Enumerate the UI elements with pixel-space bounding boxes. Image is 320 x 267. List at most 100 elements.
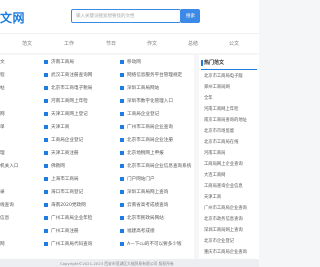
list-item[interactable]: 工商局企业登记 [44, 137, 83, 144]
search-button[interactable]: 搜索 [181, 9, 200, 23]
list-item[interactable]: 帖 [0, 85, 5, 92]
list-bullet-icon [44, 164, 48, 168]
list-item[interactable]: 程 [0, 72, 5, 79]
list-bullet-icon [44, 73, 48, 77]
list-item[interactable]: 移动网 [120, 59, 141, 66]
sidebar-divider [201, 69, 257, 70]
nav-item-gongzuo[interactable]: 工作 [64, 40, 74, 47]
sidebar-item[interactable]: 深圳工商局网上查询 [204, 227, 243, 233]
sidebar-item[interactable]: 全年 [204, 95, 213, 101]
list-item[interactable]: 深圳工商局网上查询 [120, 189, 168, 196]
list-item[interactable]: 福建高考成绩 [120, 228, 155, 235]
list-item[interactable]: 工商局企业登记 [120, 111, 159, 118]
sidebar-item[interactable]: 北京市市场监督 [204, 128, 234, 134]
sidebar-item[interactable]: 河南工商局 [204, 150, 225, 156]
list-bullet-icon [44, 203, 48, 207]
hot-articles-sidebar: 热门范文 北京市工商局电子版 郑州工商局网 全年 河南工商网上年检 南京工商局查… [199, 55, 259, 259]
list-bullet-icon [120, 216, 124, 220]
list-item[interactable]: 北京市民政局网站 [120, 215, 164, 222]
search-box[interactable] [71, 9, 181, 23]
list-item[interactable]: 录 [0, 189, 5, 196]
list-item[interactable]: 网 [0, 241, 5, 248]
nav-item-jieri[interactable]: 节日 [106, 40, 116, 47]
list-item[interactable]: 北京地税网上申报 [120, 150, 164, 157]
footer: Copyright©2021-2023 西安市莲湖区大福贸易有限公司 版权所有 [0, 259, 259, 267]
sidebar-item[interactable]: 北京市工商局电子版 [204, 73, 243, 79]
sidebar-item[interactable]: 重庆市工商局企业查询 [204, 249, 247, 255]
list-bullet-icon [44, 99, 48, 103]
list-bullet-icon [44, 190, 48, 194]
sidebar-item[interactable]: 北京市企业登记 [204, 238, 234, 244]
copyright-text: Copyright©2021-2023 西安市莲湖区大福贸易有限公司 版权所有 [60, 260, 174, 266]
site-logo[interactable]: 文网 [0, 9, 25, 26]
sidebar-item[interactable]: 河南工商网上年检 [204, 106, 238, 112]
list-item[interactable]: 北京市工商局企业信息查询系统 [120, 163, 191, 170]
list-item[interactable]: 武汉工商注册查询网 [44, 72, 92, 79]
list-item[interactable]: 上海市工商局 [44, 176, 79, 183]
list-item[interactable]: 理 [0, 150, 5, 157]
list-item[interactable]: 网 [0, 111, 5, 118]
list-item[interactable]: 广州工商注册 [44, 228, 79, 235]
list-item[interactable]: 文 [0, 59, 5, 66]
list-item[interactable]: 广州工商局代码查询 [44, 241, 92, 248]
sidebar-item[interactable]: 北京市政务信息查询 [204, 216, 243, 222]
list-item[interactable]: 单 [0, 124, 5, 131]
nav-item-fanwen[interactable]: 范文 [22, 40, 32, 47]
list-bullet-icon [44, 125, 48, 129]
nav-item-zuowen[interactable]: 作文 [147, 40, 157, 47]
list-item[interactable]: 网络信息服务平台管理规定 [120, 72, 182, 79]
list-bullet-icon [44, 177, 48, 181]
list-item[interactable]: 河南工商网上年检 [44, 98, 88, 105]
nav-item-gongwen[interactable]: 公文 [229, 40, 239, 47]
list-bullet-icon [44, 229, 48, 233]
list-bullet-icon [120, 229, 124, 233]
list-item[interactable]: 深圳工商局网站 [120, 85, 159, 92]
nav-item-zongjie[interactable]: 总结 [188, 40, 198, 47]
list-bullet-icon [44, 86, 48, 90]
list-bullet-icon [120, 112, 124, 116]
sidebar-title: 热门范文 [204, 60, 225, 66]
list-bullet-icon [44, 112, 48, 116]
list-bullet-icon [44, 60, 48, 64]
list-bullet-icon [120, 151, 124, 155]
sidebar-item[interactable]: 郑州工商局网 [204, 84, 230, 90]
list-bullet-icon [120, 73, 124, 77]
list-item[interactable]: 广州工商局企业年检 [44, 215, 92, 222]
list-bullet-icon [120, 125, 124, 129]
list-item[interactable]: 北京市工商电子税局 [44, 85, 92, 92]
list-item[interactable]: 海口市工商登记 [44, 189, 83, 196]
list-item[interactable]: 门户网站门户 [120, 176, 155, 183]
list-bullet-icon [120, 177, 124, 181]
list-item[interactable]: 深圳市数字化管理入口 [120, 98, 173, 105]
nav-bar: 范文 工作 节日 作文 总结 公文 [0, 33, 259, 53]
sidebar-item[interactable]: 大连工商网 [204, 172, 225, 178]
list-bullet-icon [120, 86, 124, 90]
list-item[interactable]: 云南省高考成绩查询 [120, 202, 168, 209]
sidebar-item[interactable]: 天津工商 [204, 194, 221, 200]
article-list: 文 程 帖 网 单 理 机关入口 录 线查询 信息 网 济南工商局 武汉工商注册… [0, 55, 194, 259]
list-item[interactable]: 广州市工商局企业查询 [120, 124, 173, 131]
list-bullet-icon [120, 138, 124, 142]
list-item[interactable]: 天津工商网上登记 [44, 111, 88, 118]
list-item[interactable]: 线查询 [0, 202, 14, 209]
list-item[interactable]: 海南2020党政网 [44, 202, 86, 209]
sidebar-item[interactable]: 北京市工商局在线 [204, 139, 238, 145]
list-item[interactable]: 信息 [0, 215, 9, 222]
list-item[interactable]: 机关入口 [0, 163, 18, 170]
list-item[interactable]: 佛教网 [44, 163, 65, 170]
sidebar-item[interactable]: 工商局网上企业查询 [204, 161, 243, 167]
list-item[interactable]: 济南工商局 [44, 59, 74, 66]
sidebar-item[interactable]: 南京工商局查询的地址 [204, 117, 247, 123]
list-item[interactable]: 天津工商注册 [44, 150, 79, 157]
list-item[interactable]: 天津工商 [44, 124, 69, 131]
list-bullet-icon [120, 164, 124, 168]
list-bullet-icon [120, 60, 124, 64]
sidebar-item[interactable]: 工商局查询企业信息 [204, 183, 243, 189]
list-bullet-icon [44, 138, 48, 142]
search-input[interactable] [72, 10, 180, 22]
list-item[interactable]: A—下cu的不可以要多少钱 [120, 241, 182, 248]
list-bullet-icon [120, 190, 124, 194]
sidebar-item[interactable]: 广州市工商局企业查询 [204, 205, 247, 211]
list-bullet-icon [120, 203, 124, 207]
list-item[interactable]: 北京市工商局企业注册 [120, 137, 173, 144]
